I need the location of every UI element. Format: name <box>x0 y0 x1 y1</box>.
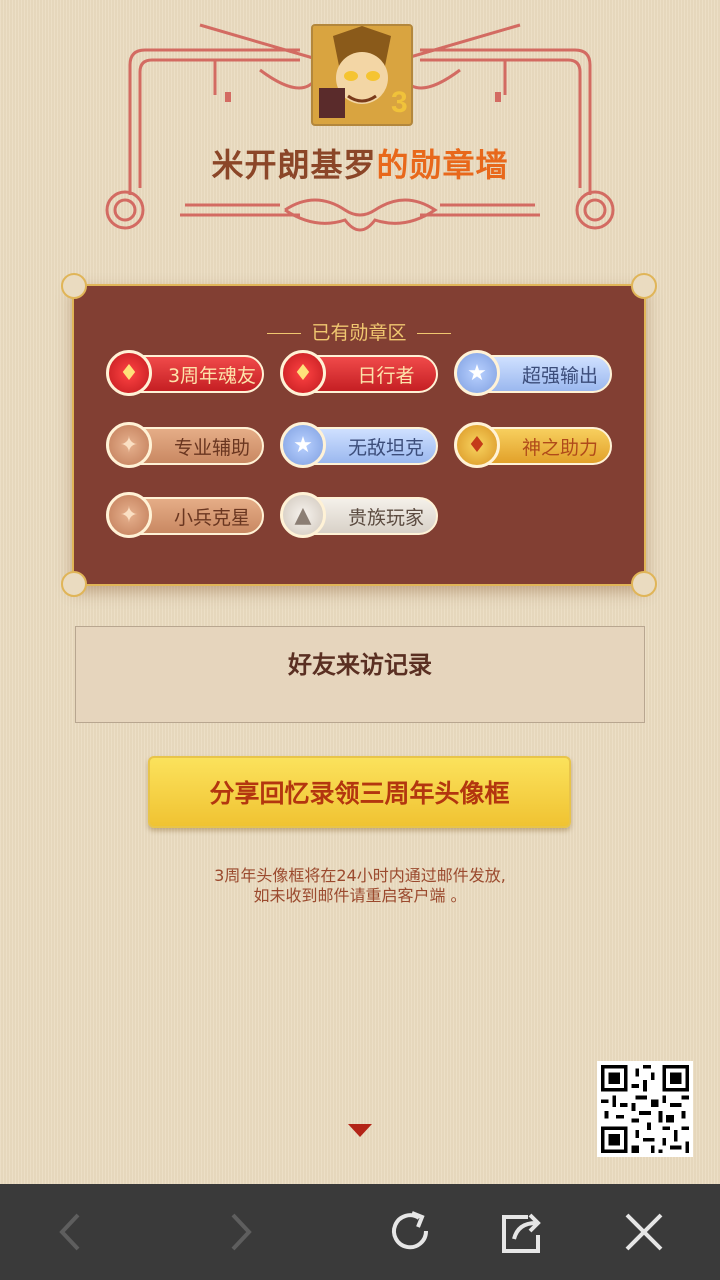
panel-title-text: 已有勋章区 <box>311 322 407 344</box>
title-suffix: 的勋章墙 <box>376 146 509 184</box>
title-divider <box>267 333 302 334</box>
panel-corner-ornament <box>631 571 657 597</box>
hero-portrait-icon: 3 <box>313 26 411 124</box>
back-icon <box>59 1213 80 1251</box>
diamond-icon: ♦ <box>280 350 326 396</box>
share-memoir-button[interactable]: 分享回忆录领三周年头像框 <box>148 756 571 828</box>
page-title: 米开朗基罗的勋章墙 <box>0 140 720 186</box>
title-divider <box>416 333 451 334</box>
panel-corner-ornament <box>631 273 657 299</box>
badge-damage-dealer[interactable]: 超强输出 ★ <box>454 350 612 398</box>
back-button[interactable] <box>27 1184 117 1280</box>
diamond-icon: ♦ <box>454 422 500 468</box>
reward-note-line1: 3周年头像框将在24小时内通过邮件发放, <box>214 866 506 885</box>
player-avatar: 3 <box>311 24 413 126</box>
svg-text:3: 3 <box>391 86 408 119</box>
reward-note-line2: 如未收到邮件请重启客户端 。 <box>253 886 467 905</box>
refresh-button[interactable] <box>366 1184 456 1280</box>
badge-support[interactable]: 专业辅助 ✦ <box>106 422 264 470</box>
badge-3rd-anniversary[interactable]: 3周年魂友 ♦ <box>106 350 264 398</box>
qr-code <box>597 1061 693 1157</box>
close-icon <box>625 1213 663 1251</box>
scroll-down-arrow-icon[interactable] <box>348 1124 372 1137</box>
star-icon: ★ <box>280 422 326 468</box>
triangle-icon: ▲ <box>280 492 326 538</box>
badge-tank[interactable]: 无敌坦克 ★ <box>280 422 438 470</box>
panel-title: 已有勋章区 <box>74 318 644 345</box>
sparkle-icon: ✦ <box>106 492 152 538</box>
close-button[interactable] <box>599 1184 689 1280</box>
visits-title: 好友来访记录 <box>288 651 432 679</box>
badge-divine-aid[interactable]: 神之助力 ♦ <box>454 422 612 470</box>
share-icon <box>502 1213 541 1253</box>
bottom-navigation-bar <box>0 1184 720 1280</box>
friend-visits-section: 好友来访记录 <box>75 626 645 723</box>
star-icon: ★ <box>454 350 500 396</box>
badge-minion-slayer[interactable]: 小兵克星 ✦ <box>106 492 264 540</box>
panel-corner-ornament <box>61 273 87 299</box>
forward-button[interactable] <box>194 1184 284 1280</box>
sparkle-icon: ✦ <box>106 422 152 468</box>
badge-day-walker[interactable]: 日行者 ♦ <box>280 350 438 398</box>
refresh-icon <box>392 1211 429 1250</box>
medal-panel: 已有勋章区 3周年魂友 ♦ 日行者 ♦ 超强输出 ★ 专业辅助 ✦ 无敌坦克 ★… <box>61 273 657 597</box>
player-name: 米开朗基罗 <box>211 146 377 184</box>
diamond-icon: ♦ <box>106 350 152 396</box>
panel-corner-ornament <box>61 571 87 597</box>
share-button[interactable] <box>478 1184 568 1280</box>
forward-icon <box>231 1213 252 1251</box>
badge-noble-player[interactable]: 贵族玩家 ▲ <box>280 492 438 540</box>
